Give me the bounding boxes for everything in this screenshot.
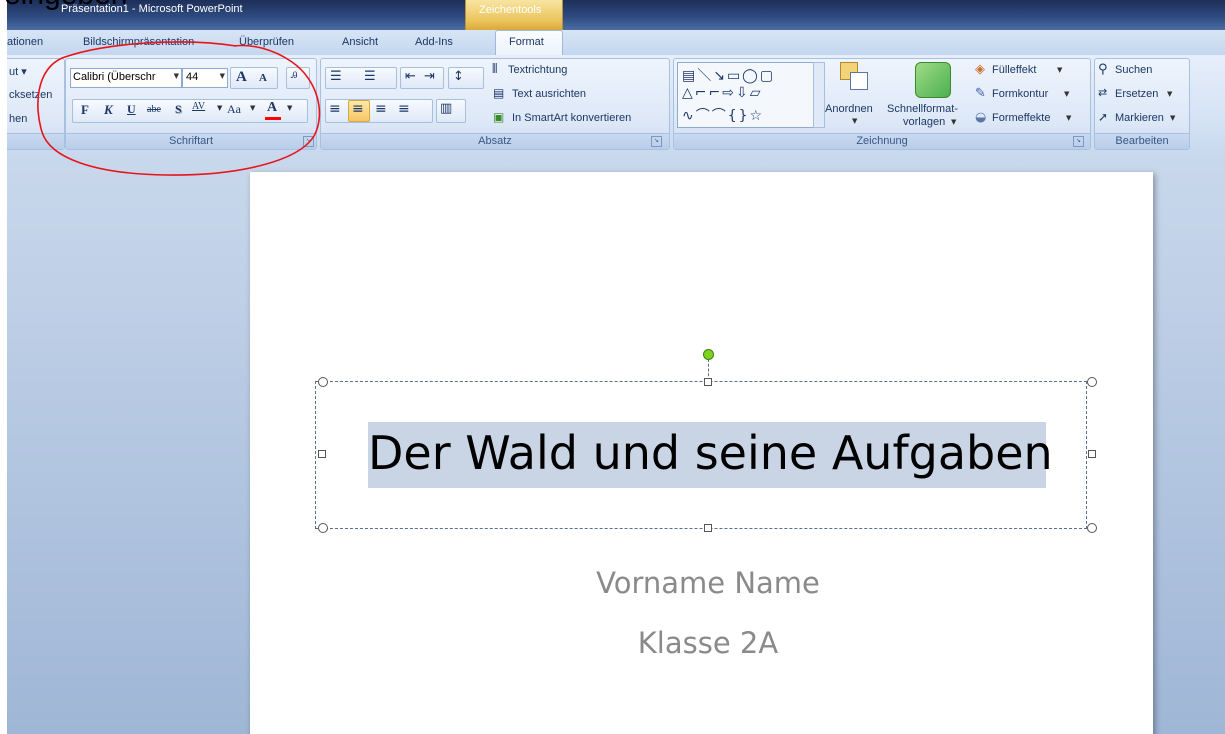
bullets-icon: ☰	[330, 69, 342, 84]
chevron-down-icon: ▼	[1170, 114, 1176, 122]
justify-icon[interactable]: ≡	[398, 101, 410, 117]
tab-add-ins[interactable]: Add-Ins	[415, 36, 453, 48]
shape-outline-button[interactable]: Formkontur	[992, 88, 1048, 100]
resize-handle-right[interactable]	[1088, 450, 1096, 458]
slide-subtitle-class[interactable]: Klasse 2A	[508, 626, 908, 660]
numbering-icon: ☰	[364, 69, 376, 84]
align-text-icon: ▤	[493, 86, 505, 100]
resize-handle-bottom[interactable]	[704, 524, 712, 532]
chevron-down-icon: ▼	[1057, 66, 1063, 74]
text-direction-icon: ⫴	[492, 62, 498, 77]
decrease-indent-icon: ⇤	[405, 69, 416, 84]
slide-subtitle-name[interactable]: Vorname Name	[508, 566, 908, 600]
chevron-down-icon: ▼	[1064, 90, 1070, 98]
line-spacing-icon: ↕	[453, 69, 464, 84]
tab-format[interactable]: Format	[509, 36, 544, 48]
chevron-down-icon: ▼	[951, 118, 957, 126]
shapes-gallery-row-2: △⌐⌐⇨⇩▱	[682, 85, 763, 101]
outline-pen-icon: ✎	[975, 86, 986, 101]
columns-icon: ▥	[440, 101, 453, 116]
contextual-tab-label: Zeichentools	[479, 4, 542, 16]
shapes-gallery-scroll[interactable]	[813, 62, 825, 128]
resize-handle-top[interactable]	[704, 378, 712, 386]
clipboard-layout-button[interactable]: ut ▾	[9, 65, 27, 78]
group-label-zeichnung: Zeichnung	[674, 133, 1090, 149]
shape-effects-icon: ◒	[975, 110, 987, 125]
list-buttons[interactable]: ☰ ☰	[325, 67, 397, 89]
rotation-handle[interactable]	[703, 349, 714, 360]
columns-button[interactable]: ▥	[436, 99, 466, 123]
indent-buttons[interactable]: ⇤ ⇥	[400, 67, 444, 89]
increase-indent-icon: ⇥	[424, 69, 435, 84]
caption-text: eingeben	[4, 0, 127, 12]
quick-styles-button[interactable]: Schnellformat-	[887, 103, 958, 115]
fill-bucket-icon: ◈	[975, 62, 985, 77]
arrange-icon	[840, 62, 870, 92]
align-left-icon[interactable]: ≡	[329, 101, 341, 117]
title-placeholder-box[interactable]	[315, 381, 1087, 529]
shapes-gallery-row-3: ∿⌒⌒{}☆	[682, 108, 765, 124]
chevron-down-icon: ▼	[852, 117, 858, 125]
line-spacing-button[interactable]: ↕	[448, 67, 484, 89]
text-direction-button[interactable]: Textrichtung	[508, 64, 567, 76]
align-text-button[interactable]: Text ausrichten	[512, 88, 586, 100]
resize-handle-left[interactable]	[318, 450, 326, 458]
shapes-gallery[interactable]: ▤＼↘▭◯▢ △⌐⌐⇨⇩▱ ∿⌒⌒{}☆	[677, 62, 815, 128]
shape-effects-button[interactable]: Formeffekte	[992, 112, 1051, 124]
chevron-down-icon: ▼	[1167, 90, 1173, 98]
binoculars-icon: ⚲	[1098, 62, 1108, 77]
tab-ansicht[interactable]: Ansicht	[342, 36, 378, 48]
align-center-icon[interactable]: ≡	[352, 101, 364, 117]
find-button[interactable]: Suchen	[1115, 64, 1152, 76]
group-label-absatz: Absatz	[321, 133, 669, 149]
arrange-button[interactable]: Anordnen	[825, 103, 873, 115]
smartart-icon: ▣	[493, 110, 505, 124]
resize-handle-bottom-left[interactable]	[318, 523, 328, 533]
shapes-gallery-row-1: ▤＼↘▭◯▢	[682, 68, 776, 84]
clipboard-section-button[interactable]: hen	[9, 113, 27, 125]
resize-handle-bottom-right[interactable]	[1087, 523, 1097, 533]
group-label-bearbeiten: Bearbeiten	[1095, 133, 1189, 149]
shape-fill-button[interactable]: Fülleffekt	[992, 64, 1036, 76]
resize-handle-top-right[interactable]	[1087, 377, 1097, 387]
quick-styles-icon	[915, 62, 951, 98]
replace-button[interactable]: Ersetzen	[1115, 88, 1158, 100]
select-arrow-icon: ➚	[1098, 110, 1109, 124]
annotation-circle	[37, 41, 321, 176]
convert-smartart-button[interactable]: In SmartArt konvertieren	[512, 112, 631, 124]
absatz-dialog-launcher[interactable]: ↘	[651, 136, 662, 147]
align-right-icon[interactable]: ≡	[375, 101, 387, 117]
quick-styles-button-line2: vorlagen	[903, 116, 946, 128]
select-button[interactable]: Markieren	[1115, 112, 1164, 124]
chevron-down-icon: ▼	[1066, 114, 1072, 122]
resize-handle-top-left[interactable]	[318, 377, 328, 387]
replace-icon: ⇄	[1098, 86, 1108, 99]
zeichnung-dialog-launcher[interactable]: ↘	[1073, 136, 1084, 147]
